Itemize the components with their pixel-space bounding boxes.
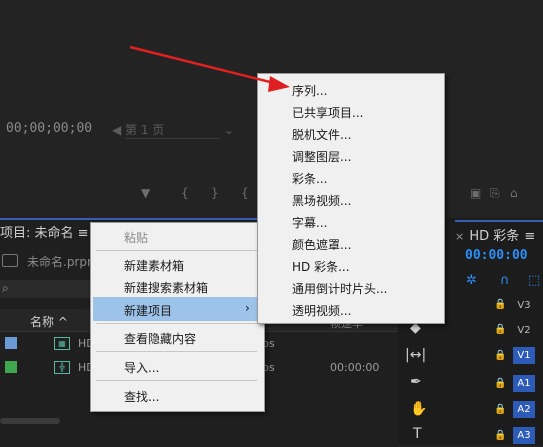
name-column-header[interactable]: 名称 ^ <box>30 313 68 330</box>
page-dropdown[interactable]: 第 1 页 <box>125 121 221 139</box>
track-v2[interactable]: V2 <box>513 322 535 339</box>
menu-separator <box>96 323 257 324</box>
label-color-swatch[interactable] <box>5 361 17 373</box>
menu-highlight <box>93 297 260 321</box>
track-a2[interactable]: A2 <box>513 401 535 418</box>
slip-tool-icon[interactable]: |↔| <box>405 347 426 363</box>
sort-ascending-icon: ^ <box>57 315 68 329</box>
close-icon[interactable]: × <box>455 230 464 243</box>
menu-item-new-bin[interactable]: 新建素材箱 <box>124 257 184 274</box>
submenu-item-hd-bars[interactable]: HD 彩条... <box>292 258 350 275</box>
linked-selection-icon[interactable]: ⬚ <box>528 273 540 288</box>
track-lock-icon[interactable]: 🔒 <box>494 299 506 310</box>
mark-in-icon[interactable]: { <box>181 186 189 200</box>
submenu-item-black-video[interactable]: 黑场视频... <box>292 192 351 209</box>
sequence-tab-label: HD 彩条 <box>469 229 520 244</box>
overwrite-icon[interactable]: ⎘ <box>490 186 500 201</box>
snap-icon[interactable]: ✲ <box>466 273 477 288</box>
chevron-down-icon: ⌄ <box>223 123 234 137</box>
go-to-in-icon[interactable]: { <box>241 186 249 200</box>
track-lock-icon[interactable]: 🔒 <box>494 324 506 335</box>
menu-separator <box>96 351 257 352</box>
submenu-item-color-matte[interactable]: 颜色遮罩... <box>292 236 351 253</box>
menu-separator <box>96 250 257 251</box>
camera-icon[interactable]: ⌂ <box>510 186 518 200</box>
clip-icon: ╬ <box>54 361 70 374</box>
track-a1[interactable]: A1 <box>513 375 535 392</box>
mark-out-icon[interactable]: } <box>211 186 219 200</box>
search-icon: ⌕ <box>2 281 9 295</box>
menu-item-new-item[interactable]: 新建项目 <box>124 302 172 319</box>
menu-item-find[interactable]: 查找... <box>124 388 159 405</box>
sequence-icon: ▦ <box>54 337 70 350</box>
submenu-item-transparent-video[interactable]: 透明视频... <box>292 302 351 319</box>
sequence-tab[interactable]: × HD 彩条 ≡ <box>455 225 535 244</box>
project-tab[interactable]: 项目: 未命名 ≡ <box>0 222 89 241</box>
active-tab-indicator <box>455 220 543 222</box>
menu-item-paste[interactable]: 粘贴 <box>124 229 148 246</box>
label-color-swatch[interactable] <box>5 337 17 349</box>
monitor-timecode[interactable]: 00;00;00;00 <box>6 121 92 136</box>
menu-item-import[interactable]: 导入... <box>124 359 159 376</box>
type-tool-icon[interactable]: T <box>413 426 422 442</box>
track-v1[interactable]: V1 <box>513 347 535 364</box>
submenu-item-sequence[interactable]: 序列... <box>292 82 327 99</box>
magnet-icon[interactable]: ∩ <box>500 273 510 288</box>
submenu-item-captions[interactable]: 字幕... <box>292 214 327 231</box>
marker-icon[interactable]: ▼ <box>141 186 150 200</box>
project-file-name: 未命名.prpr <box>27 255 92 269</box>
folder-icon <box>2 254 18 267</box>
hand-tool-icon[interactable]: ✋ <box>410 401 427 417</box>
track-lock-icon[interactable]: 🔒 <box>494 404 506 415</box>
sequence-timecode[interactable]: 00:00:00 <box>465 248 528 263</box>
menu-separator <box>96 380 257 381</box>
track-lock-icon[interactable]: 🔒 <box>494 378 506 389</box>
page-prev-icon[interactable]: ◀ <box>112 123 125 137</box>
track-a3[interactable]: A3 <box>513 427 535 444</box>
track-lock-icon[interactable]: 🔒 <box>494 430 506 441</box>
submenu-item-offline-file[interactable]: 脱机文件... <box>292 126 351 143</box>
item-timecode: 00:00:00 <box>330 361 380 374</box>
page-navigator[interactable]: ◀ 第 1 页 ⌄ <box>112 121 234 139</box>
menu-item-show-hidden[interactable]: 查看隐藏内容 <box>124 330 196 347</box>
menu-item-new-search-bin[interactable]: 新建搜索素材箱 <box>124 279 208 296</box>
pen-tool-icon[interactable]: ✒ <box>410 374 422 390</box>
submenu-item-bars-tone[interactable]: 彩条... <box>292 170 327 187</box>
panel-menu-icon[interactable]: ≡ <box>524 229 535 244</box>
panel-menu-icon[interactable]: ≡ <box>78 226 89 241</box>
submenu-item-shared-project[interactable]: 已共享项目... <box>292 104 363 121</box>
track-lock-icon[interactable]: 🔒 <box>494 350 506 361</box>
name-column-label: 名称 <box>30 315 55 329</box>
project-tab-label: 项目: 未命名 <box>0 226 74 241</box>
submenu-item-countdown-leader[interactable]: 通用倒计时片头... <box>292 280 387 297</box>
submenu-item-adjustment-layer[interactable]: 调整图层... <box>292 148 351 165</box>
submenu-arrow-icon: › <box>245 301 250 315</box>
search-input[interactable] <box>0 280 92 298</box>
horizontal-scrollbar[interactable] <box>0 418 60 424</box>
track-v3[interactable]: V3 <box>513 297 535 314</box>
insert-icon[interactable]: ▣ <box>470 186 481 200</box>
